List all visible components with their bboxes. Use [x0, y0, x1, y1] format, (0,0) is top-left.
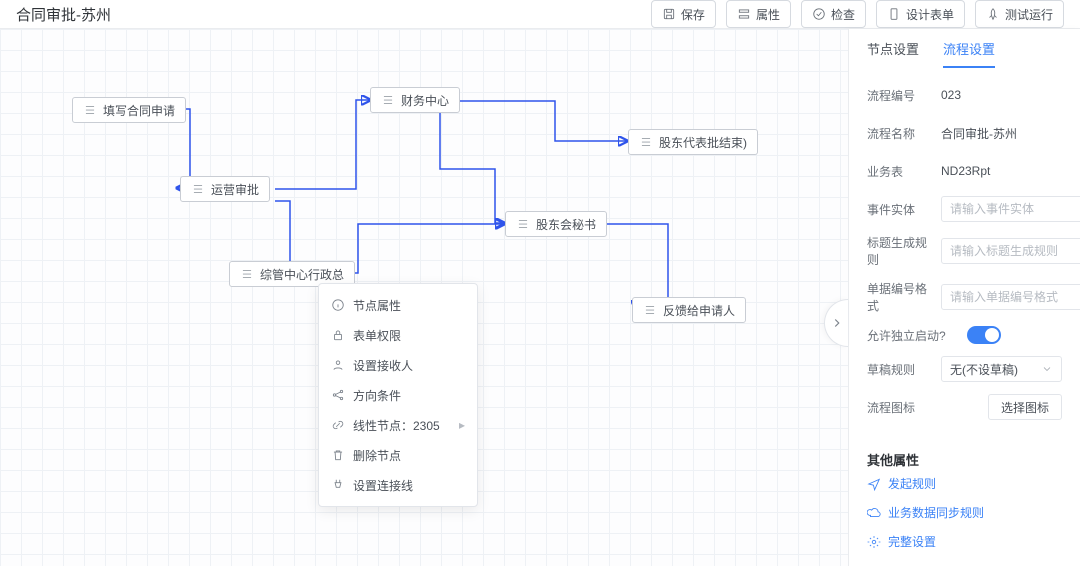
ctx-table-perm[interactable]: 表单权限 [319, 320, 477, 350]
save-button[interactable]: 保存 [651, 0, 716, 28]
send-icon [867, 477, 881, 491]
chevron-right-icon [830, 316, 844, 330]
trash-icon [331, 448, 345, 462]
page-title: 合同审批-苏州 [16, 4, 111, 25]
design-form-button[interactable]: 设计表单 [876, 0, 965, 28]
save-label: 保存 [681, 6, 705, 23]
link-label: 发起规则 [888, 475, 936, 492]
props-icon [737, 7, 751, 21]
node-shareholder-end[interactable]: 股东代表批结束) [628, 129, 758, 155]
indep-start-toggle[interactable] [967, 326, 1001, 344]
draft-rule-value: 无(不设草稿) [950, 361, 1018, 378]
draft-rule-label: 草稿规则 [867, 361, 931, 378]
chevron-right-icon: ▸ [459, 418, 465, 432]
node-label: 运营审批 [211, 181, 259, 198]
check-button[interactable]: 检查 [801, 0, 866, 28]
node-fill-application[interactable]: 填写合同申请 [72, 97, 186, 123]
flow-name-label: 流程名称 [867, 125, 931, 142]
node-label: 股东代表批结束) [659, 134, 747, 151]
flow-icon [381, 93, 395, 107]
link-label: 完整设置 [888, 533, 936, 550]
node-label: 填写合同申请 [103, 102, 175, 119]
flow-icon [643, 303, 657, 317]
check-label: 检查 [831, 6, 855, 23]
draft-rule-select[interactable]: 无(不设草稿) [941, 356, 1062, 382]
link-full-settings[interactable]: 完整设置 [867, 533, 1062, 550]
biz-table-value [941, 158, 1080, 184]
gear-icon [867, 535, 881, 549]
lock-icon [331, 328, 345, 342]
ctx-label: 设置连接线 [353, 477, 413, 494]
title-rule-input[interactable] [941, 238, 1080, 264]
props-label: 属性 [756, 6, 780, 23]
testrun-label: 测试运行 [1005, 6, 1053, 23]
bill-fmt-input[interactable] [941, 284, 1080, 310]
tab-flow-settings[interactable]: 流程设置 [943, 39, 995, 68]
tab-node-settings[interactable]: 节点设置 [867, 39, 919, 68]
toolbar: 保存 属性 检查 设计表单 测试运行 [651, 0, 1064, 28]
node-ops-approve[interactable]: 运营审批 [180, 176, 270, 202]
plug-icon [331, 478, 345, 492]
ctx-label: 设置接收人 [353, 357, 413, 374]
form-icon [887, 7, 901, 21]
context-menu: 节点属性 表单权限 设置接收人 方向条件 线性节点：2305 ▸ [318, 283, 478, 507]
link-icon [331, 418, 345, 432]
event-entity-input[interactable] [941, 196, 1080, 222]
side-panel: 节点设置 流程设置 流程编号 流程名称 业务表 事件实体 标题生成规则 单据编号… [848, 29, 1080, 566]
biz-table-label: 业务表 [867, 163, 931, 180]
flow-icon [516, 217, 530, 231]
props-button[interactable]: 属性 [726, 0, 791, 28]
share-icon [331, 388, 345, 402]
flow-icon-label: 流程图标 [867, 399, 931, 416]
flow-icon [240, 267, 254, 281]
canvas[interactable]: 填写合同申请 运营审批 财务中心 综管中心行政总 股东代表批结束) 股东会秘书 [0, 29, 848, 566]
ctx-node-props[interactable]: 节点属性 [319, 290, 477, 320]
link-launch-rule[interactable]: 发起规则 [867, 475, 1062, 492]
ctx-label: 节点属性 [353, 297, 401, 314]
ctx-label: 表单权限 [353, 327, 401, 344]
ctx-direction-cond[interactable]: 方向条件 [319, 380, 477, 410]
node-finance-center[interactable]: 财务中心 [370, 87, 460, 113]
check-circle-icon [812, 7, 826, 21]
other-props-list: 发起规则 业务数据同步规则 完整设置 [849, 475, 1080, 566]
node-feedback[interactable]: 反馈给申请人 [632, 297, 746, 323]
indep-start-label: 允许独立启动? [867, 327, 957, 344]
flow-icon [191, 182, 205, 196]
ctx-set-receiver[interactable]: 设置接收人 [319, 350, 477, 380]
testrun-button[interactable]: 测试运行 [975, 0, 1064, 28]
flow-icon [639, 135, 653, 149]
link-label: 业务数据同步规则 [888, 504, 984, 521]
node-label: 反馈给申请人 [663, 302, 735, 319]
node-secretary[interactable]: 股东会秘书 [505, 211, 607, 237]
flow-name-value [941, 120, 1080, 146]
info-icon [331, 298, 345, 312]
choose-icon-button[interactable]: 选择图标 [988, 394, 1062, 420]
event-entity-label: 事件实体 [867, 201, 931, 218]
panel-tabs: 节点设置 流程设置 [849, 29, 1080, 68]
ctx-linear-node[interactable]: 线性节点：2305 ▸ [319, 410, 477, 440]
topbar: 合同审批-苏州 保存 属性 检查 设计表单 测试运行 [0, 0, 1080, 29]
flow-settings-form: 流程编号 流程名称 业务表 事件实体 标题生成规则 单据编号格式 允许独立启动?… [849, 68, 1080, 434]
flow-no-label: 流程编号 [867, 87, 931, 104]
user-icon [331, 358, 345, 372]
rocket-icon [986, 7, 1000, 21]
ctx-label: 线性节点：2305 [353, 417, 440, 434]
title-rule-label: 标题生成规则 [867, 234, 931, 268]
node-label: 财务中心 [401, 92, 449, 109]
save-icon [662, 7, 676, 21]
ctx-set-connector[interactable]: 设置连接线 [319, 470, 477, 500]
flow-no-value [941, 82, 1080, 108]
other-props-title: 其他属性 [849, 434, 1080, 475]
design-form-label: 设计表单 [906, 6, 954, 23]
ctx-delete-node[interactable]: 删除节点 [319, 440, 477, 470]
bill-fmt-label: 单据编号格式 [867, 280, 931, 314]
link-sync-rule[interactable]: 业务数据同步规则 [867, 504, 1062, 521]
ctx-label: 删除节点 [353, 447, 401, 464]
flow-icon [83, 103, 97, 117]
cloud-sync-icon [867, 506, 881, 520]
node-label: 综管中心行政总 [260, 266, 344, 283]
node-label: 股东会秘书 [536, 216, 596, 233]
chevron-down-icon [1041, 363, 1053, 375]
ctx-label: 方向条件 [353, 387, 401, 404]
